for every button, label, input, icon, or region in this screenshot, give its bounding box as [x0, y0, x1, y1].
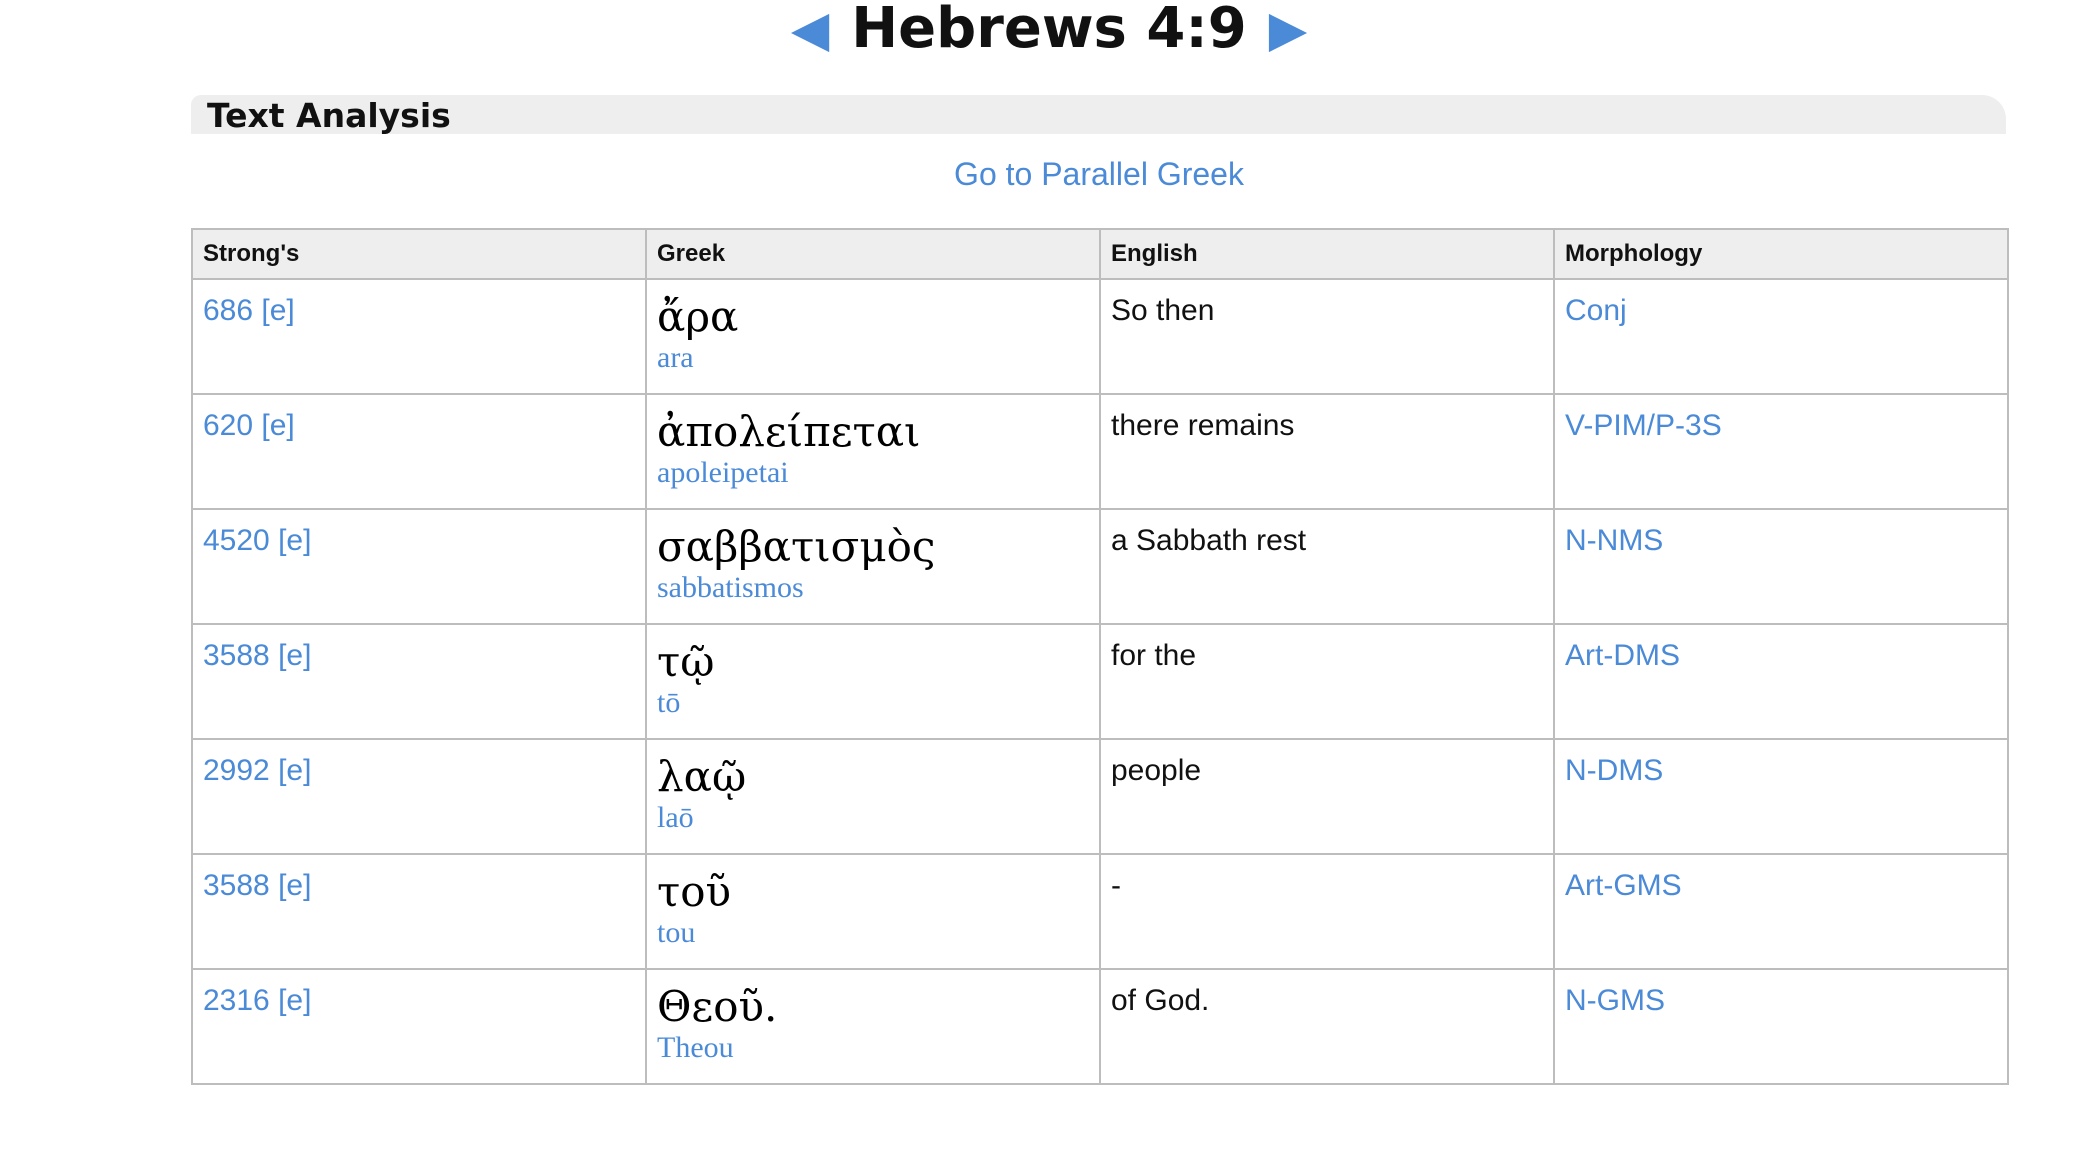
morphology-cell: N-DMS: [1553, 738, 2009, 855]
table-row: 3588 [e] τοῦ tou - Art-GMS: [191, 853, 2009, 970]
section-header-bar: [191, 95, 2006, 134]
next-verse-arrow-icon[interactable]: ▶: [1269, 0, 1307, 64]
morphology-cell: V-PIM/P-3S: [1553, 393, 2009, 510]
strongs-entry-link[interactable]: [e]: [261, 294, 294, 327]
strongs-number-link[interactable]: 4520: [203, 524, 270, 557]
table-row: 4520 [e] σαββατισμὸς sabbatismos a Sabbath …: [191, 508, 2009, 625]
greek-cell: λαῷ laō: [645, 738, 1101, 855]
strongs-entry-link[interactable]: [e]: [278, 869, 311, 902]
strongs-number-link[interactable]: 3588: [203, 869, 270, 902]
english-translation: of God.: [1111, 984, 1210, 1017]
column-header-strongs: Strong's: [191, 228, 647, 280]
greek-word: ἄρα: [657, 292, 739, 341]
morphology-cell: Art-GMS: [1553, 853, 2009, 970]
strongs-cell: 4520 [e]: [191, 508, 647, 625]
morphology-link[interactable]: Art-GMS: [1565, 869, 1682, 902]
strongs-number-link[interactable]: 3588: [203, 639, 270, 672]
strongs-cell: 3588 [e]: [191, 623, 647, 740]
english-translation: -: [1111, 869, 1121, 902]
morphology-link[interactable]: V-PIM/P-3S: [1565, 409, 1722, 442]
english-translation: a Sabbath rest: [1111, 524, 1307, 557]
morphology-cell: N-GMS: [1553, 968, 2009, 1085]
english-cell: for the: [1099, 623, 1555, 740]
column-header-english: English: [1099, 228, 1555, 280]
strongs-number-link[interactable]: 2316: [203, 984, 270, 1017]
transliteration-link[interactable]: sabbatismos: [657, 570, 1089, 606]
greek-word: σαββατισμὸς: [657, 522, 936, 571]
english-translation: there remains: [1111, 409, 1295, 442]
parallel-greek-link-wrapper: Go to Parallel Greek: [0, 156, 2098, 193]
greek-word: τῷ: [657, 637, 715, 686]
greek-cell: τοῦ tou: [645, 853, 1101, 970]
strongs-entry-link[interactable]: [e]: [278, 754, 311, 787]
morphology-link[interactable]: Art-DMS: [1565, 639, 1680, 672]
strongs-cell: 2992 [e]: [191, 738, 647, 855]
strongs-cell: 686 [e]: [191, 278, 647, 395]
morphology-cell: Art-DMS: [1553, 623, 2009, 740]
greek-word: λαῷ: [657, 752, 747, 801]
morphology-link[interactable]: Conj: [1565, 294, 1627, 327]
table-row: 686 [e] ἄρα ara So then Conj: [191, 278, 2009, 395]
strongs-entry-link[interactable]: [e]: [278, 639, 311, 672]
transliteration-link[interactable]: apoleipetai: [657, 455, 1089, 491]
page-title: Hebrews 4:9: [851, 0, 1247, 61]
english-translation: for the: [1111, 639, 1197, 672]
strongs-entry-link[interactable]: [e]: [261, 409, 294, 442]
column-header-morphology: Morphology: [1553, 228, 2009, 280]
greek-cell: τῷ tō: [645, 623, 1101, 740]
table-body: 686 [e] ἄρα ara So then Conj 620 [e] ἀπολείπετ…: [191, 278, 2009, 1085]
english-cell: people: [1099, 738, 1555, 855]
strongs-entry-link[interactable]: [e]: [278, 984, 311, 1017]
transliteration-link[interactable]: Theou: [657, 1030, 1089, 1066]
strongs-number-link[interactable]: 2992: [203, 754, 270, 787]
transliteration-link[interactable]: tou: [657, 915, 1089, 951]
parallel-greek-link[interactable]: Go to Parallel Greek: [954, 156, 1244, 193]
english-cell: -: [1099, 853, 1555, 970]
transliteration-link[interactable]: tō: [657, 685, 1089, 721]
section-title: Text Analysis: [207, 96, 451, 135]
transliteration-link[interactable]: ara: [657, 340, 1089, 376]
morphology-cell: Conj: [1553, 278, 2009, 395]
page-header: ◀ Hebrews 4:9 ▶: [0, 0, 2098, 64]
english-cell: a Sabbath rest: [1099, 508, 1555, 625]
table-row: 2316 [e] Θεοῦ. Theou of God. N-GMS: [191, 968, 2009, 1085]
column-header-greek: Greek: [645, 228, 1101, 280]
greek-cell: ἄρα ara: [645, 278, 1101, 395]
strongs-entry-link[interactable]: [e]: [278, 524, 311, 557]
strongs-number-link[interactable]: 620: [203, 409, 253, 442]
greek-word: ἀπολείπεται: [657, 407, 921, 456]
strongs-cell: 2316 [e]: [191, 968, 647, 1085]
morphology-link[interactable]: N-GMS: [1565, 984, 1665, 1017]
english-translation: So then: [1111, 294, 1215, 327]
greek-word: τοῦ: [657, 867, 732, 916]
table-row: 3588 [e] τῷ tō for the Art-DMS: [191, 623, 2009, 740]
table-header-row: Strong's Greek English Morphology: [191, 228, 2009, 280]
english-translation: people: [1111, 754, 1202, 787]
greek-cell: σαββατισμὸς sabbatismos: [645, 508, 1101, 625]
morphology-link[interactable]: N-NMS: [1565, 524, 1663, 557]
previous-verse-arrow-icon[interactable]: ◀: [791, 0, 829, 64]
strongs-cell: 3588 [e]: [191, 853, 647, 970]
table-row: 2992 [e] λαῷ laō people N-DMS: [191, 738, 2009, 855]
greek-word: Θεοῦ.: [657, 982, 778, 1031]
greek-cell: ἀπολείπεται apoleipetai: [645, 393, 1101, 510]
strongs-number-link[interactable]: 686: [203, 294, 253, 327]
text-analysis-table: Strong's Greek English Morphology 686 [e…: [191, 228, 2009, 1085]
english-cell: of God.: [1099, 968, 1555, 1085]
english-cell: there remains: [1099, 393, 1555, 510]
strongs-cell: 620 [e]: [191, 393, 647, 510]
english-cell: So then: [1099, 278, 1555, 395]
transliteration-link[interactable]: laō: [657, 800, 1089, 836]
morphology-cell: N-NMS: [1553, 508, 2009, 625]
morphology-link[interactable]: N-DMS: [1565, 754, 1663, 787]
table-row: 620 [e] ἀπολείπεται apoleipetai there remai…: [191, 393, 2009, 510]
greek-cell: Θεοῦ. Theou: [645, 968, 1101, 1085]
